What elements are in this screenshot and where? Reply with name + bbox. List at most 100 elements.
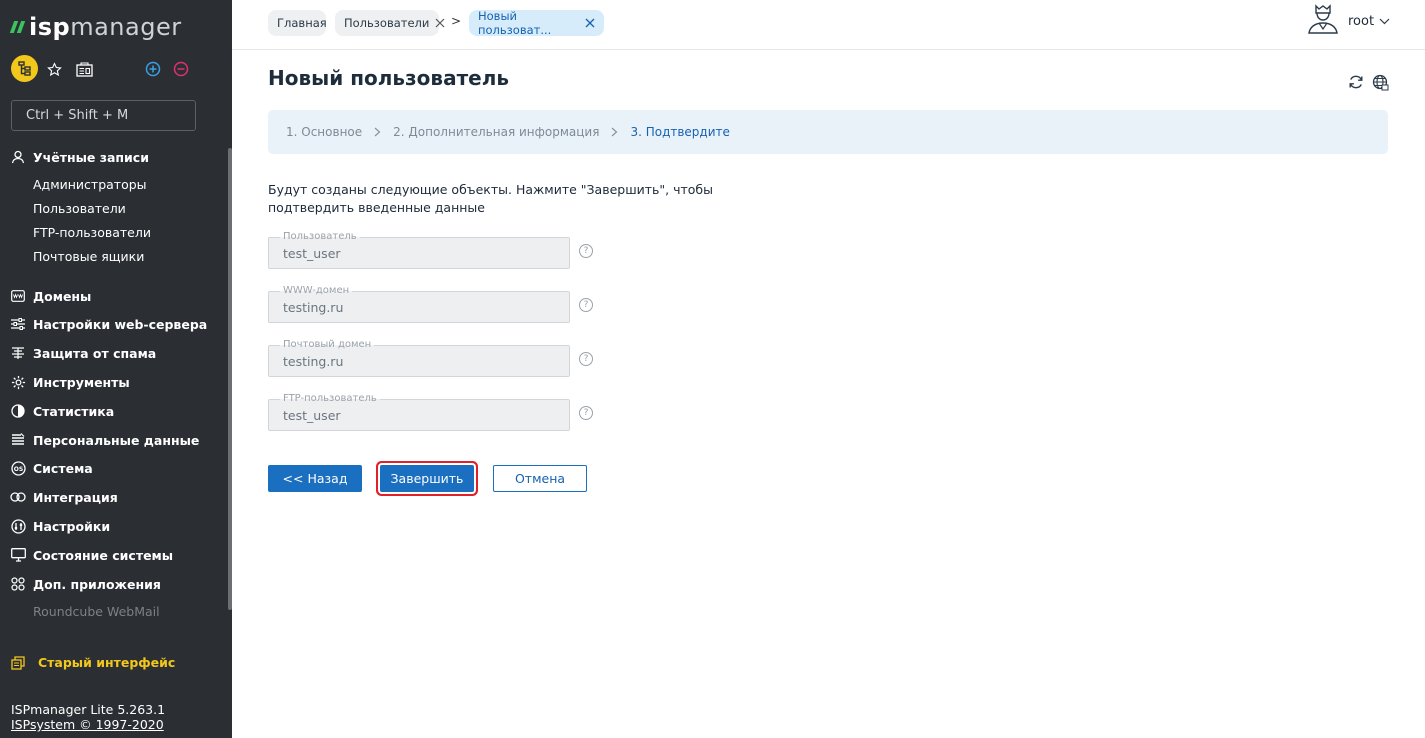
sliders-icon — [10, 316, 26, 332]
user-icon — [10, 149, 26, 165]
sidebar-group-personal-data[interactable]: Персональные данные — [0, 429, 228, 451]
close-icon[interactable] — [585, 18, 595, 28]
field-value: testing.ru — [283, 354, 344, 369]
chevron-right-icon — [611, 127, 618, 137]
monitor-icon — [10, 547, 26, 563]
sidebar-group-tools[interactable]: Инструменты — [0, 371, 228, 393]
sidebar-group-label: Инструменты — [33, 374, 130, 390]
sidebar-scrollbar[interactable] — [228, 148, 232, 610]
field-value: test_user — [283, 246, 341, 261]
filter-icon — [10, 345, 26, 361]
cancel-button[interactable]: Отмена — [493, 465, 587, 492]
favorites-star-icon[interactable] — [44, 55, 64, 83]
user-menu[interactable]: root — [1307, 4, 1390, 38]
back-button[interactable]: << Назад — [268, 465, 362, 492]
sidebar-group-label: Система — [33, 460, 93, 476]
field-label: Пользователь — [280, 231, 360, 243]
sidebar-group-label: Настройки — [33, 518, 111, 534]
confirmation-message: Будут созданы следующие объекты. Нажмите… — [268, 182, 713, 215]
old-interface-label: Старый интерфейс — [38, 654, 176, 670]
sidebar-group-accounts[interactable]: Учётные записи — [0, 146, 228, 168]
chevron-down-icon — [1379, 18, 1390, 25]
apps-icon — [10, 576, 26, 592]
sidebar-group-label: Персональные данные — [33, 432, 200, 448]
page-tools — [1348, 74, 1389, 95]
old-interface-link[interactable]: Старый интерфейс — [11, 652, 175, 672]
gear-icon — [10, 374, 26, 390]
rings-icon — [10, 489, 26, 505]
field-value: test_user — [283, 408, 341, 423]
globe-icon[interactable] — [1372, 74, 1389, 95]
logo-text: ispmanager — [29, 13, 182, 41]
username: root — [1348, 13, 1375, 29]
chevron-right-icon — [374, 127, 381, 137]
help-icon[interactable]: ? — [579, 244, 593, 258]
sidebar-item-roundcube[interactable]: Roundcube WebMail — [33, 601, 160, 617]
mail-domain-field: Почтовый домен testing.ru — [268, 339, 570, 377]
remove-circle-icon[interactable] — [172, 55, 190, 83]
sidebar-group-label: Настройки web-сервера — [33, 316, 208, 332]
breadcrumb-label: Новый пользоват... — [478, 9, 552, 37]
os-icon: OS — [10, 460, 26, 476]
logo-marks — [9, 21, 26, 33]
close-icon[interactable] — [435, 18, 445, 28]
old-interface-icon — [11, 655, 26, 670]
sidebar-group-statistics[interactable]: Статистика — [0, 400, 228, 422]
wizard-steps: 1. Основное 2. Дополнительная информация… — [268, 110, 1388, 154]
document-icon — [10, 432, 26, 448]
sidebar: ispmanager Учётные записи Администраторы… — [0, 0, 232, 738]
sidebar-group-system-state[interactable]: Состояние системы — [0, 544, 228, 566]
svg-text:OS: OS — [13, 466, 22, 473]
breadcrumb-users[interactable]: Пользователи — [335, 10, 445, 36]
help-icon[interactable]: ? — [579, 298, 593, 312]
sidebar-group-spam[interactable]: Защита от спама — [0, 342, 228, 364]
header: Главная Пользователи > Новый пользоват..… — [232, 0, 1425, 50]
sidebar-item-administrators[interactable]: Администраторы — [33, 174, 147, 194]
add-circle-icon[interactable] — [144, 55, 162, 83]
sidebar-group-label: Статистика — [33, 403, 115, 419]
version-text: ISPmanager Lite 5.263.1 — [11, 702, 166, 717]
sidebar-group-label: Домены — [33, 288, 92, 304]
sidebar-group-label: Защита от спама — [33, 345, 157, 361]
www-domain-field: WWW-домен testing.ru — [268, 285, 570, 323]
sidebar-item-ftp-users[interactable]: FTP-пользователи — [33, 222, 151, 242]
www-icon — [10, 288, 26, 304]
menu-search-input[interactable] — [11, 100, 196, 131]
sidebar-group-label: Состояние системы — [33, 547, 174, 563]
finish-button[interactable]: Завершить — [380, 465, 474, 492]
breadcrumb-home[interactable]: Главная — [268, 10, 327, 36]
step-basic[interactable]: 1. Основное — [286, 125, 362, 139]
ftp-user-field: FTP-пользователь test_user — [268, 393, 570, 431]
sidebar-footer: ISPmanager Lite 5.263.1 ISPsystem © 1997… — [11, 702, 165, 732]
field-label: WWW-домен — [280, 285, 353, 297]
breadcrumb-separator: > — [451, 14, 462, 28]
pie-chart-icon — [10, 403, 26, 419]
sidebar-group-settings[interactable]: Настройки — [0, 515, 228, 537]
sidebar-group-integration[interactable]: Интеграция — [0, 486, 228, 508]
sidebar-item-mailboxes[interactable]: Почтовые ящики — [33, 246, 144, 266]
step-additional-info[interactable]: 2. Дополнительная информация — [393, 125, 599, 139]
field-value: testing.ru — [283, 300, 344, 315]
dashboard-card-icon[interactable] — [73, 55, 95, 83]
avatar — [1307, 4, 1339, 38]
copyright-link[interactable]: ISPsystem © 1997-2020 — [11, 717, 164, 732]
settings-icon — [10, 518, 26, 534]
sidebar-group-label: Доп. приложения — [33, 576, 161, 592]
tree-menu-icon[interactable] — [11, 55, 38, 82]
sidebar-nav: Учётные записи Администраторы Пользовате… — [0, 146, 228, 616]
sidebar-group-apps[interactable]: Доп. приложения — [0, 573, 228, 595]
sidebar-group-system[interactable]: OS Система — [0, 457, 228, 479]
breadcrumb-label: Пользователи — [344, 16, 430, 30]
logo[interactable]: ispmanager — [9, 12, 182, 42]
help-icon[interactable]: ? — [579, 352, 593, 366]
refresh-icon[interactable] — [1348, 74, 1364, 95]
sidebar-group-domains[interactable]: Домены — [0, 285, 228, 307]
page-title: Новый пользователь — [268, 66, 510, 90]
quick-icon-bar — [11, 55, 211, 83]
sidebar-group-label: Интеграция — [33, 489, 118, 505]
sidebar-item-users[interactable]: Пользователи — [33, 198, 126, 218]
sidebar-group-webserver[interactable]: Настройки web-сервера — [0, 313, 228, 335]
breadcrumb-new-user[interactable]: Новый пользоват... — [469, 9, 604, 37]
field-label: Почтовый домен — [280, 339, 375, 351]
help-icon[interactable]: ? — [579, 406, 593, 420]
